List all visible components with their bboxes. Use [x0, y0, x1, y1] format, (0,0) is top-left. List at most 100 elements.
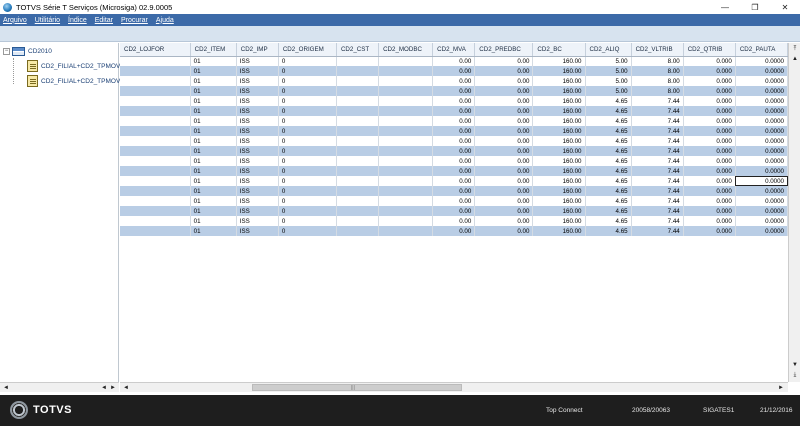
table-cell[interactable] — [378, 56, 434, 66]
table-cell[interactable]: 7.44 — [631, 216, 684, 226]
table-cell[interactable] — [336, 56, 380, 66]
table-cell[interactable]: 7.44 — [631, 106, 684, 116]
table-cell[interactable]: 0 — [278, 196, 337, 206]
table-cell[interactable]: 160.00 — [532, 176, 586, 186]
table-cell[interactable]: 0 — [278, 156, 337, 166]
table-cell[interactable] — [120, 216, 191, 226]
table-cell[interactable]: 0.00 — [432, 126, 476, 136]
table-cell[interactable]: 7.44 — [631, 156, 684, 166]
table-cell[interactable]: 0.0000 — [735, 206, 788, 216]
table-cell[interactable]: 0.000 — [683, 216, 736, 226]
table-cell[interactable]: 160.00 — [532, 196, 586, 206]
table-cell[interactable]: 0.000 — [683, 136, 736, 146]
table-cell[interactable]: 8.00 — [631, 56, 684, 66]
table-cell[interactable] — [378, 206, 434, 216]
table-cell[interactable]: 4.65 — [585, 206, 632, 216]
table-cell[interactable]: 0.00 — [432, 136, 476, 146]
table-cell[interactable]: 0.00 — [474, 226, 534, 236]
table-cell[interactable]: 01 — [190, 86, 237, 96]
table-cell[interactable]: 0.00 — [432, 166, 476, 176]
table-cell[interactable]: 7.44 — [631, 196, 684, 206]
table-cell[interactable]: 0.00 — [432, 176, 476, 186]
table-cell[interactable]: 4.65 — [585, 216, 632, 226]
table-cell[interactable]: 5.00 — [585, 86, 632, 96]
table-cell[interactable]: 0.000 — [683, 226, 736, 236]
table-cell[interactable]: 5.00 — [585, 56, 632, 66]
table-cell[interactable]: 0.00 — [474, 156, 534, 166]
table-cell[interactable]: 0 — [278, 86, 337, 96]
table-cell[interactable]: 4.65 — [585, 136, 632, 146]
table-cell[interactable] — [120, 146, 191, 156]
table-cell[interactable] — [336, 76, 380, 86]
table-cell[interactable]: 0.0000 — [735, 86, 788, 96]
column-header[interactable]: CD2_ITEM — [190, 43, 237, 57]
table-cell[interactable]: 4.65 — [585, 196, 632, 206]
table-cell[interactable]: 5.00 — [585, 76, 632, 86]
tree-node-index[interactable]: CD2_FILIAL+CD2_TPMOV+ — [27, 75, 124, 87]
table-cell[interactable]: 0.00 — [432, 116, 476, 126]
table-row[interactable]: 01 ISS 0 0.00 0.00 160.00 4.65 7.44 0.000 0.0000 — [120, 196, 788, 206]
table-cell[interactable]: 0.00 — [474, 166, 534, 176]
table-cell[interactable]: 0 — [278, 186, 337, 196]
table-cell[interactable] — [378, 216, 434, 226]
table-cell[interactable]: 0.000 — [683, 186, 736, 196]
table-cell[interactable] — [378, 196, 434, 206]
table-cell[interactable]: 0 — [278, 216, 337, 226]
table-row[interactable]: 01 ISS 0 0.00 0.00 160.00 4.65 7.44 0.000 0.0000 — [120, 186, 788, 196]
table-cell[interactable] — [336, 116, 380, 126]
table-row[interactable]: 01 ISS 0 0.00 0.00 160.00 4.65 7.44 0.000 0.0000 — [120, 166, 788, 176]
table-cell[interactable] — [120, 156, 191, 166]
maximize-button[interactable]: ❐ — [740, 0, 770, 14]
collapse-icon[interactable]: − — [3, 48, 10, 55]
table-cell[interactable]: 0.000 — [683, 56, 736, 66]
table-cell[interactable]: ISS — [236, 196, 279, 206]
table-cell[interactable]: 01 — [190, 76, 237, 86]
table-cell[interactable]: 0.000 — [683, 196, 736, 206]
table-row[interactable]: 01 ISS 0 0.00 0.00 160.00 5.00 8.00 0.000 0.0000 — [120, 66, 788, 76]
table-cell[interactable]: 0.000 — [683, 156, 736, 166]
table-cell[interactable]: 01 — [190, 146, 237, 156]
tree-node-root[interactable]: − CD2010 — [3, 47, 52, 56]
table-cell[interactable]: 0.00 — [432, 196, 476, 206]
table-row[interactable]: 01 ISS 0 0.00 0.00 160.00 4.65 7.44 0.000 0.0000 — [120, 106, 788, 116]
column-header[interactable]: CD2_LOJFOR — [120, 43, 191, 57]
table-cell[interactable] — [336, 126, 380, 136]
table-cell[interactable]: 160.00 — [532, 76, 586, 86]
menu-ajuda[interactable]: Ajuda — [156, 17, 174, 24]
table-cell[interactable]: 01 — [190, 116, 237, 126]
table-cell[interactable]: 0.0000 — [735, 226, 788, 236]
table-cell[interactable] — [336, 146, 380, 156]
table-cell[interactable]: 0.0000 — [735, 216, 788, 226]
table-cell[interactable] — [120, 186, 191, 196]
table-cell[interactable]: 0.00 — [432, 206, 476, 216]
table-row[interactable]: 01 ISS 0 0.00 0.00 160.00 5.00 8.00 0.000 0.0000 — [120, 86, 788, 96]
table-cell[interactable] — [336, 176, 380, 186]
table-cell[interactable]: 160.00 — [532, 166, 586, 176]
table-cell[interactable]: 0 — [278, 146, 337, 156]
table-cell[interactable]: 160.00 — [532, 116, 586, 126]
table-cell[interactable] — [120, 56, 191, 66]
table-cell[interactable] — [378, 86, 434, 96]
table-cell[interactable] — [120, 226, 191, 236]
column-header[interactable]: CD2_BC — [532, 43, 586, 57]
table-cell[interactable]: 0.00 — [474, 216, 534, 226]
table-cell[interactable] — [336, 216, 380, 226]
table-cell[interactable] — [378, 116, 434, 126]
table-row[interactable]: 01 ISS 0 0.00 0.00 160.00 4.65 7.44 0.000 0.0000 — [120, 206, 788, 216]
table-cell[interactable]: 0.0000 — [735, 56, 788, 66]
table-cell[interactable] — [378, 146, 434, 156]
table-cell[interactable] — [336, 156, 380, 166]
column-header[interactable]: CD2_PREDBC — [474, 43, 534, 57]
table-cell[interactable]: 0.000 — [683, 206, 736, 216]
table-cell[interactable]: 0.000 — [683, 166, 736, 176]
table-cell[interactable] — [336, 166, 380, 176]
table-cell[interactable]: 160.00 — [532, 146, 586, 156]
table-row[interactable]: 01 ISS 0 0.00 0.00 160.00 4.65 7.44 0.000 0.0000 — [120, 146, 788, 156]
table-cell[interactable]: 0.00 — [474, 116, 534, 126]
data-grid[interactable]: CD2_LOJFOR CD2_ITEM CD2_IMP CD2_ORIGEM CD2_C… — [120, 43, 788, 382]
table-cell[interactable]: 160.00 — [532, 136, 586, 146]
table-cell[interactable]: ISS — [236, 76, 279, 86]
table-cell[interactable]: 0 — [278, 116, 337, 126]
table-row[interactable]: 01 ISS 0 0.00 0.00 160.00 4.65 7.44 0.000 0.0000 — [120, 136, 788, 146]
table-cell[interactable]: 7.44 — [631, 226, 684, 236]
